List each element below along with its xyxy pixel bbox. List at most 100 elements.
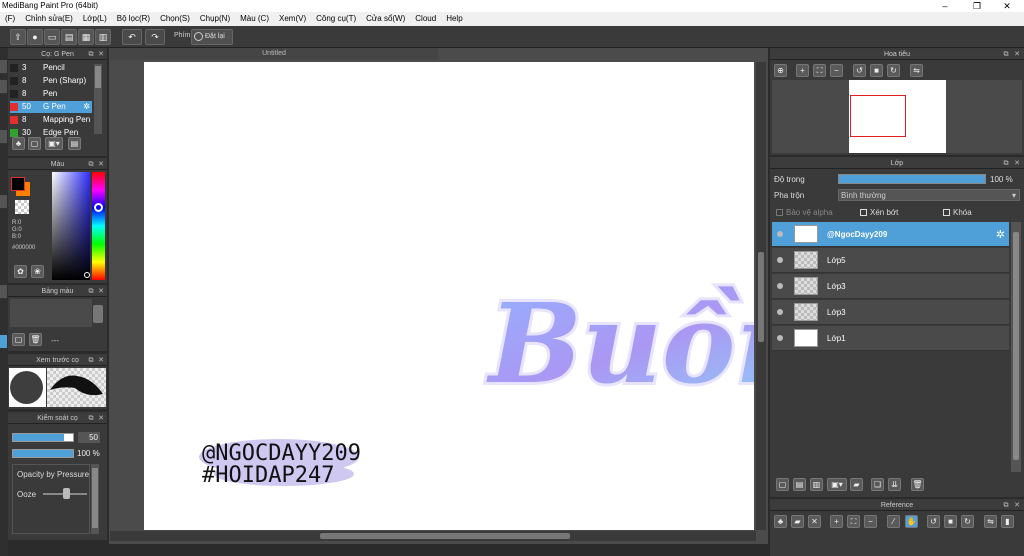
ref-cloud-icon[interactable]: ♣ [774, 515, 787, 528]
visibility-icon[interactable] [777, 335, 783, 341]
ref-open-icon[interactable]: ▰ [791, 515, 804, 528]
palette-scrollbar[interactable] [93, 305, 103, 323]
folder-icon[interactable]: ▰ [850, 478, 863, 491]
palette-delete-icon[interactable]: 🗑 [29, 333, 42, 346]
clipping-checkbox[interactable]: Xén bớt [860, 208, 898, 217]
menu-filter[interactable]: Bộ lọc(R) [112, 12, 155, 26]
navigator-viewport[interactable] [772, 80, 1022, 153]
layer-row[interactable]: Lớp3 [772, 274, 1009, 299]
tool-strip-active-icon[interactable] [0, 335, 7, 349]
add-layer-menu-icon[interactable]: ▣▾ [827, 478, 847, 491]
brush-add-icon[interactable]: ♣ [12, 137, 25, 150]
ref-close-icon[interactable]: ✕ [808, 515, 821, 528]
scroll-thumb[interactable] [95, 66, 101, 88]
menu-file[interactable]: (F) [0, 12, 20, 26]
undo-button[interactable]: ↶ [122, 29, 142, 45]
brush-delete-icon[interactable]: ▤ [68, 137, 81, 150]
ref-pin-icon[interactable]: ▮ [1001, 515, 1014, 528]
menu-edit[interactable]: Chỉnh sửa(E) [20, 12, 78, 26]
popout-icon[interactable]: ⧉ [1002, 500, 1010, 511]
merge-layer-icon[interactable]: ⇊ [888, 478, 901, 491]
layer-row[interactable]: Lớp5 [772, 248, 1009, 273]
new-layer-icon[interactable]: ▢ [776, 478, 789, 491]
speech-bubble-icon[interactable]: ● [27, 29, 43, 45]
menu-layer[interactable]: Lớp(L) [78, 12, 112, 26]
brush-new-icon[interactable]: ▢ [28, 137, 41, 150]
canvas[interactable]: Buồn @NGOCDAYY209 #HOIDAP247 [144, 62, 754, 530]
visibility-icon[interactable] [777, 257, 783, 263]
visibility-icon[interactable] [777, 309, 783, 315]
ref-rotate-left-icon[interactable]: ↺ [927, 515, 940, 528]
scroll-thumb[interactable] [1013, 232, 1019, 460]
tool-strip-eraser-icon[interactable] [0, 80, 7, 94]
book-icon[interactable]: ▦ [78, 29, 94, 45]
palette-area[interactable] [10, 299, 92, 327]
ref-eyedropper-icon[interactable]: ⁄ [887, 515, 900, 528]
popout-icon[interactable]: ⧉ [87, 286, 95, 297]
popout-icon[interactable]: ⧉ [87, 413, 95, 424]
comment-icon[interactable]: ▭ [44, 29, 60, 45]
menu-snap[interactable]: Chụp(N) [195, 12, 235, 26]
foreground-color-swatch[interactable] [11, 177, 25, 191]
brush-item[interactable]: 8 Pen [10, 88, 92, 100]
tool-strip-brush-icon[interactable] [0, 60, 7, 74]
reset-rotate-icon[interactable]: ■ [870, 64, 883, 77]
rotate-right-icon[interactable]: ↻ [887, 64, 900, 77]
ref-zoom-out-icon[interactable]: − [864, 515, 877, 528]
gear-icon[interactable]: ✲ [83, 101, 90, 113]
grid-icon[interactable]: ▥ [95, 29, 111, 45]
close-panel-icon[interactable]: ✕ [97, 286, 105, 297]
ooze-handle[interactable] [63, 488, 70, 499]
scroll-thumb[interactable] [92, 468, 98, 528]
tool-strip-move-icon[interactable] [0, 285, 7, 299]
brush-item[interactable]: 8 Pen (Sharp) [10, 75, 92, 87]
close-panel-icon[interactable]: ✕ [1013, 49, 1021, 60]
ref-rotate-right-icon[interactable]: ↻ [961, 515, 974, 528]
cloud-upload-icon[interactable]: ⇪ [10, 29, 26, 45]
layer-row[interactable]: Lớp3 [772, 300, 1009, 325]
canvas-tab[interactable]: Untitled [110, 48, 438, 60]
brush-control-scrollbar[interactable] [91, 464, 99, 534]
hue-handle[interactable] [94, 203, 103, 212]
popout-icon[interactable]: ⧉ [87, 355, 95, 366]
color-wheel-icon[interactable]: ✿ [14, 265, 27, 278]
ref-flip-icon[interactable]: ⇋ [984, 515, 997, 528]
visibility-icon[interactable] [777, 283, 783, 289]
ref-reset-rotate-icon[interactable]: ■ [944, 515, 957, 528]
fit-icon[interactable]: ⛶ [813, 64, 826, 77]
duplicate-layer-icon[interactable]: ❏ [871, 478, 884, 491]
zoom-out-icon[interactable]: − [830, 64, 843, 77]
delete-layer-icon[interactable]: 🗑 [911, 478, 924, 491]
popout-icon[interactable]: ⧉ [1002, 49, 1010, 60]
size-slider[interactable] [12, 433, 74, 442]
layer-row[interactable]: @NgocDayy209 ✲ [772, 222, 1009, 247]
redo-button[interactable]: ↷ [145, 29, 165, 45]
zoom-icon[interactable]: ⊕ [774, 64, 787, 77]
lock-checkbox[interactable]: Khóa [943, 208, 972, 217]
maximize-button[interactable]: ❐ [964, 0, 990, 12]
close-panel-icon[interactable]: ✕ [97, 159, 105, 170]
blend-mode-select[interactable]: Bình thường ▾ [838, 189, 1020, 201]
popout-icon[interactable]: ⧉ [1002, 158, 1010, 169]
menu-window[interactable]: Cửa sổ(W) [361, 12, 410, 26]
popout-icon[interactable]: ⧉ [87, 159, 95, 170]
close-panel-icon[interactable]: ✕ [1013, 158, 1021, 169]
popout-icon[interactable]: ⧉ [87, 49, 95, 60]
ref-fit-icon[interactable]: ⛶ [847, 515, 860, 528]
close-panel-icon[interactable]: ✕ [97, 355, 105, 366]
new-halftone-layer-icon[interactable]: ▤ [793, 478, 806, 491]
opacity-slider[interactable] [12, 449, 74, 458]
ref-zoom-in-icon[interactable]: + [830, 515, 843, 528]
layer-scrollbar[interactable] [1011, 222, 1021, 472]
navigator-view-rect[interactable] [850, 95, 906, 137]
transparent-swatch[interactable] [15, 200, 29, 214]
flip-icon[interactable]: ⇋ [910, 64, 923, 77]
layer-opacity-slider[interactable] [838, 174, 986, 184]
visibility-icon[interactable] [777, 231, 783, 237]
scroll-thumb[interactable] [320, 533, 570, 539]
close-button[interactable]: ✕ [994, 0, 1020, 12]
saturation-value-picker[interactable] [52, 172, 90, 280]
palette-new-icon[interactable]: ▢ [12, 333, 25, 346]
brush-item[interactable]: 8 Mapping Pen [10, 114, 92, 126]
gear-icon[interactable]: ✲ [996, 228, 1005, 241]
